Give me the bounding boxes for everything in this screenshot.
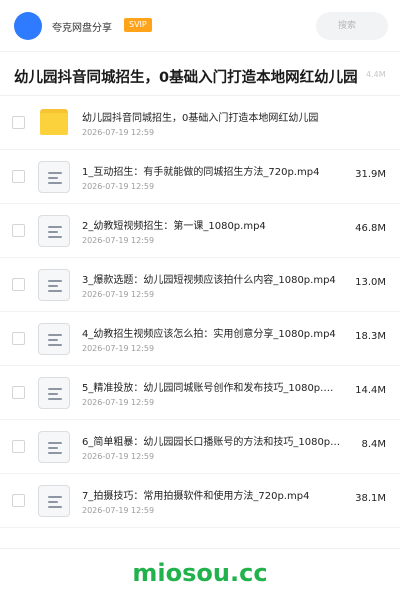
checkbox[interactable] (12, 278, 25, 291)
document-icon (38, 485, 70, 517)
file-name: 3_爆款选题：幼儿园短视频应该拍什么内容_1080p.mp4 (82, 275, 336, 286)
file-list: 幼儿园抖音同城招生，0基础入门打造本地网红幼儿园 2026-07-19 12:5… (0, 96, 400, 528)
file-name: 1_互动招生：有手就能做的同城招生方法_720p.mp4 (82, 167, 320, 178)
document-icon (38, 431, 70, 463)
file-date: 2026-07-19 12:59 (82, 182, 155, 191)
document-icon (38, 269, 70, 301)
checkbox[interactable] (12, 170, 25, 183)
list-item[interactable]: 4_幼教招生视频应该怎么拍：实用创意分享_1080p.mp4 2026-07-1… (0, 312, 400, 366)
document-icon (38, 377, 70, 409)
list-item[interactable]: 7_拍摄技巧：常用拍摄软件和使用方法_720p.mp4 2026-07-19 1… (0, 474, 400, 528)
share-page: 夸克网盘分享 SVIP 搜索 幼儿园抖音同城招生，0基础入门打造本地网红幼儿园 … (0, 0, 400, 600)
file-size: 46.8M (355, 223, 386, 234)
watermark: miosou.cc (132, 559, 268, 587)
file-name: 幼儿园抖音同城招生，0基础入门打造本地网红幼儿园 (82, 113, 319, 124)
checkbox[interactable] (12, 224, 25, 237)
header: 夸克网盘分享 SVIP 搜索 (0, 0, 400, 52)
folder-size: 4.4M (366, 70, 386, 79)
svip-badge: SVIP (124, 18, 152, 32)
list-item[interactable]: 6_简单粗暴：幼儿园园长口播账号的方法和技巧_1080p.mp4 2026-07… (0, 420, 400, 474)
file-date: 2026-07-19 12:59 (82, 290, 155, 299)
file-size: 14.4M (355, 385, 386, 396)
file-date: 2026-07-19 12:59 (82, 344, 155, 353)
file-size: 13.0M (355, 277, 386, 288)
list-item[interactable]: 3_爆款选题：幼儿园短视频应该拍什么内容_1080p.mp4 2026-07-1… (0, 258, 400, 312)
document-icon (38, 215, 70, 247)
file-size: 18.3M (355, 331, 386, 342)
file-name: 2_幼教短视频招生：第一课_1080p.mp4 (82, 221, 266, 232)
checkbox[interactable] (12, 332, 25, 345)
file-date: 2026-07-19 12:59 (82, 236, 155, 245)
file-date: 2026-07-19 12:59 (82, 398, 155, 407)
file-name: 7_拍摄技巧：常用拍摄软件和使用方法_720p.mp4 (82, 491, 310, 502)
document-icon (38, 323, 70, 355)
file-size: 8.4M (361, 439, 386, 450)
title-bar: 幼儿园抖音同城招生，0基础入门打造本地网红幼儿园 4.4M (0, 52, 400, 96)
checkbox[interactable] (12, 440, 25, 453)
list-item[interactable]: 幼儿园抖音同城招生，0基础入门打造本地网红幼儿园 2026-07-19 12:5… (0, 96, 400, 150)
checkbox[interactable] (12, 116, 25, 129)
list-item[interactable]: 1_互动招生：有手就能做的同城招生方法_720p.mp4 2026-07-19 … (0, 150, 400, 204)
file-date: 2026-07-19 12:59 (82, 452, 155, 461)
list-item[interactable]: 5_精准投放：幼儿园同城账号创作和发布技巧_1080p.mp4 2026-07-… (0, 366, 400, 420)
document-icon (38, 161, 70, 193)
file-date: 2026-07-19 12:59 (82, 128, 155, 137)
file-size: 38.1M (355, 493, 386, 504)
list-item[interactable]: 2_幼教短视频招生：第一课_1080p.mp4 2026-07-19 12:59… (0, 204, 400, 258)
file-date: 2026-07-19 12:59 (82, 506, 155, 515)
avatar[interactable] (14, 12, 42, 40)
checkbox[interactable] (12, 386, 25, 399)
folder-icon (40, 109, 68, 135)
search-input[interactable]: 搜索 (316, 12, 388, 40)
file-size: 31.9M (355, 169, 386, 180)
checkbox[interactable] (12, 494, 25, 507)
file-name: 5_精准投放：幼儿园同城账号创作和发布技巧_1080p.mp4 (82, 383, 342, 394)
page-title: 幼儿园抖音同城招生，0基础入门打造本地网红幼儿园 (14, 70, 358, 86)
username: 夸克网盘分享 (52, 23, 112, 34)
file-name: 6_简单粗暴：幼儿园园长口播账号的方法和技巧_1080p.mp4 (82, 437, 342, 448)
footer: miosou.cc (0, 548, 400, 600)
file-name: 4_幼教招生视频应该怎么拍：实用创意分享_1080p.mp4 (82, 329, 336, 340)
